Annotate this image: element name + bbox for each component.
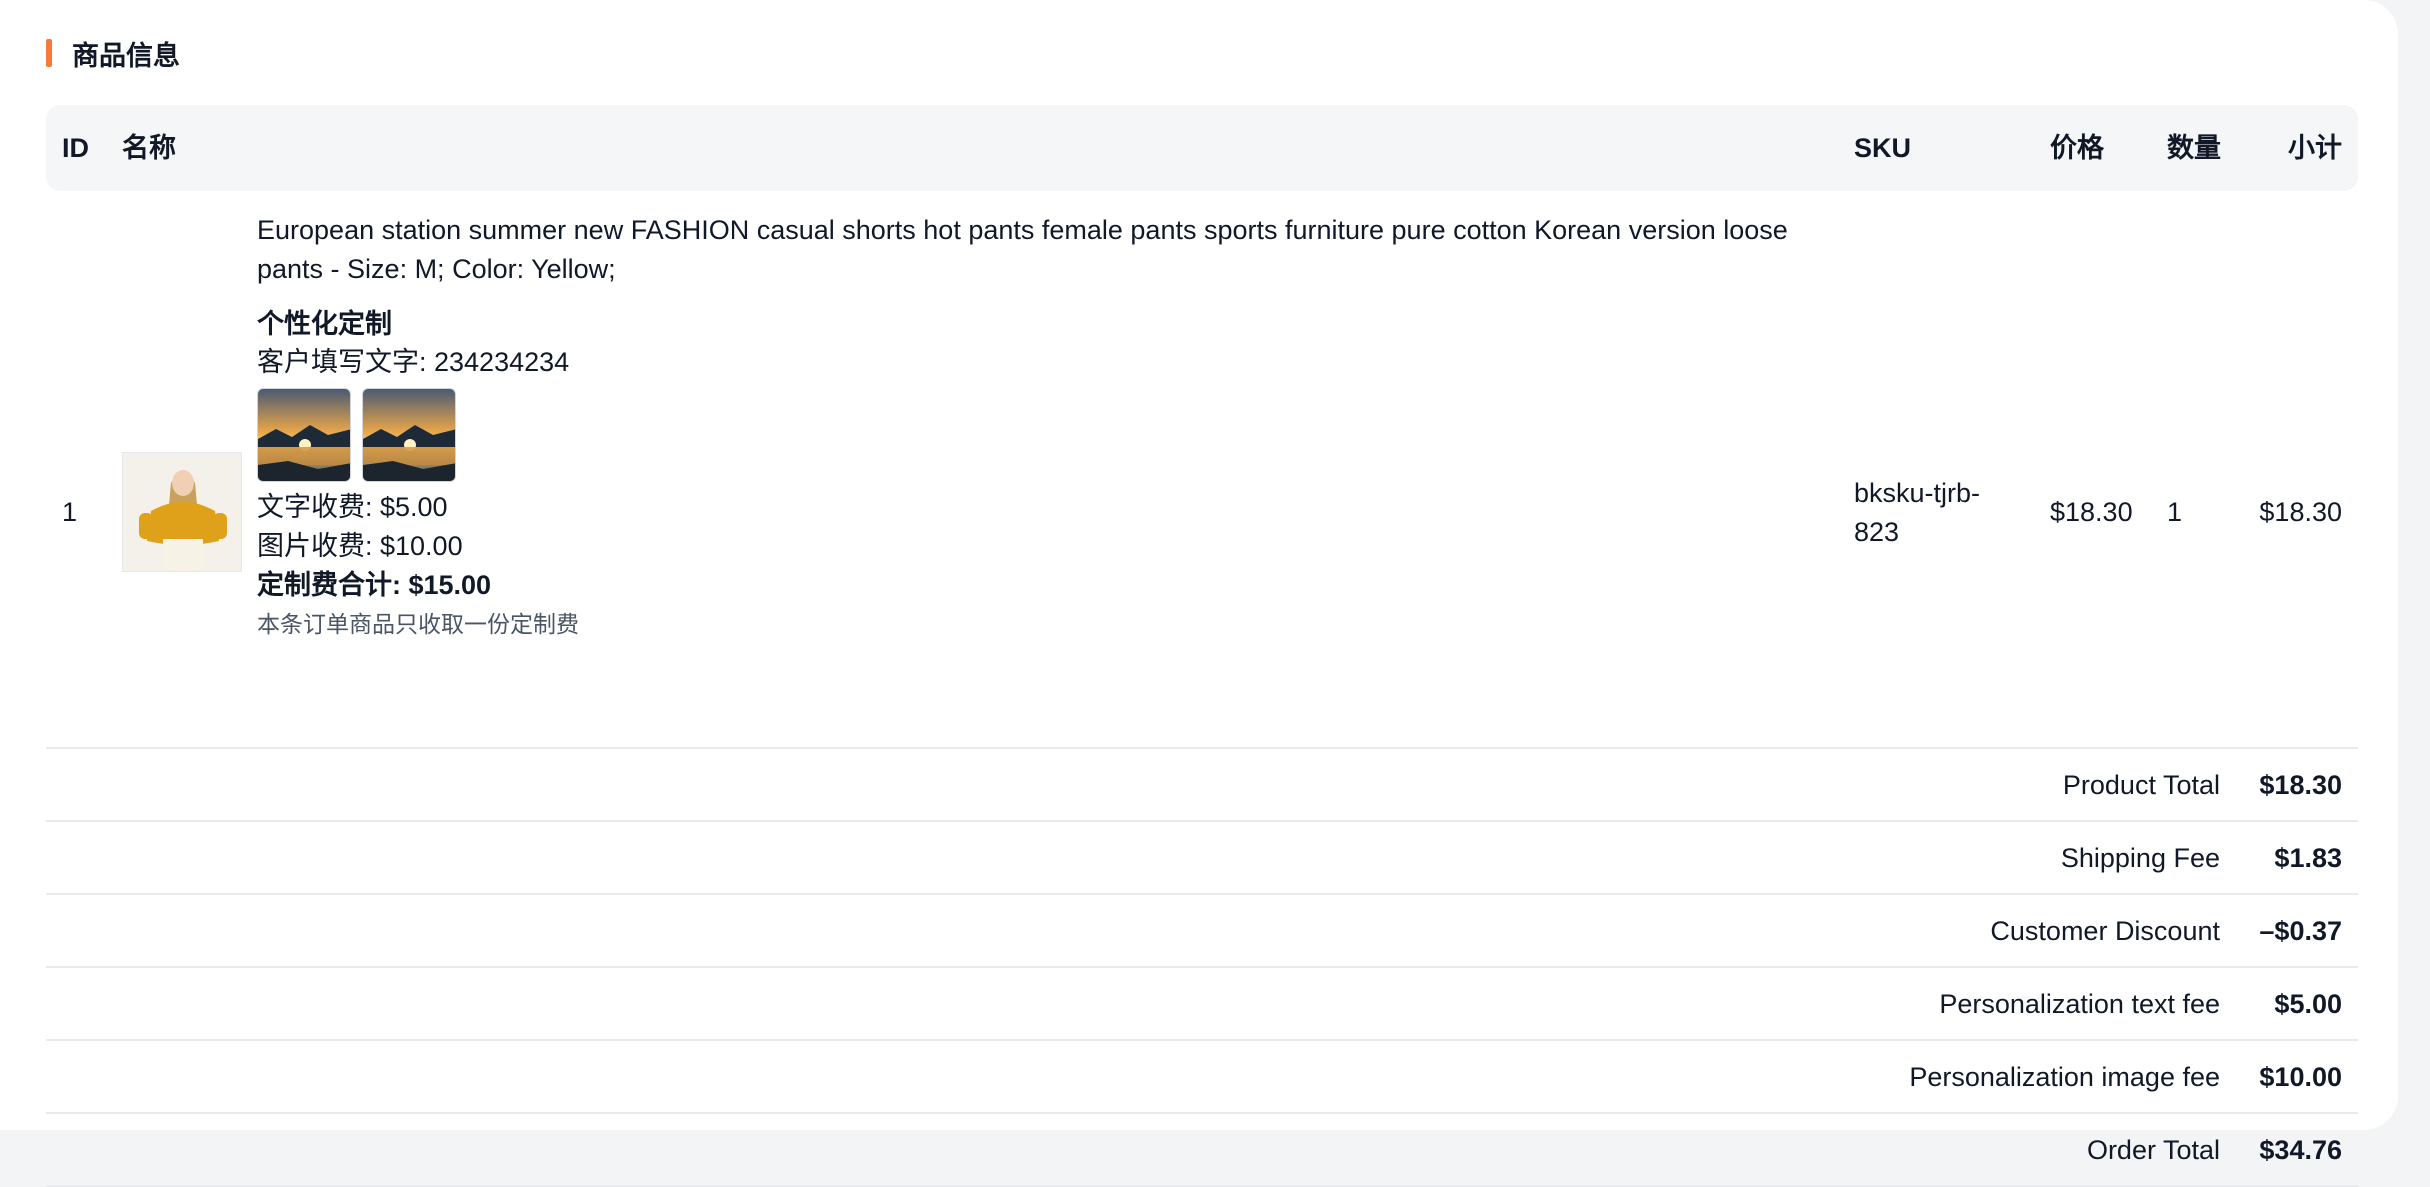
accent-bar: [46, 39, 52, 67]
header-qty: 数量: [2167, 133, 2221, 163]
custom-image-1[interactable]: [257, 388, 351, 482]
customization-title: 个性化定制: [257, 309, 392, 339]
table-row: 1 European station summer new FASHION ca…: [46, 191, 2358, 749]
product-name[interactable]: European station summer new FASHION casu…: [257, 211, 1857, 289]
header-id: ID: [62, 133, 89, 163]
summary-label: Customer Discount: [1990, 916, 2220, 946]
summary-order-total: Order Total $34.76: [46, 1114, 2358, 1187]
product-thumbnail[interactable]: [122, 452, 242, 572]
summary-value: –$0.37: [2259, 916, 2342, 946]
summary-value: $1.83: [2274, 843, 2342, 873]
summary-label: Personalization text fee: [1939, 989, 2220, 1019]
summary-label: Order Total: [2086, 1135, 2220, 1165]
custom-images: [257, 388, 1857, 482]
summary-label: Personalization image fee: [1909, 1062, 2220, 1092]
item-details: European station summer new FASHION casu…: [257, 211, 1857, 644]
item-price: $18.30: [2050, 497, 2133, 527]
summary-value: $34.76: [2259, 1135, 2342, 1165]
section-header: 商品信息: [46, 36, 180, 71]
customization-note: 本条订单商品只收取一份定制费: [257, 611, 579, 637]
section-title: 商品信息: [72, 40, 180, 71]
image-fee: 图片收费: $10.00: [257, 531, 463, 561]
summary-text-fee: Personalization text fee $5.00: [46, 968, 2358, 1041]
summary-label: Product Total: [2062, 770, 2220, 800]
header-price: 价格: [2050, 133, 2104, 163]
summary-value: $18.30: [2259, 770, 2342, 800]
item-subtotal: $18.30: [2259, 497, 2342, 527]
product-table: ID 名称 SKU 价格 数量 小计 1 European station su…: [46, 105, 2358, 1187]
header-subtotal: 小计: [2288, 133, 2342, 163]
custom-image-2[interactable]: [362, 388, 456, 482]
summary-product-total: Product Total $18.30: [46, 749, 2358, 822]
customer-text: 客户填写文字: 234234234: [257, 347, 570, 377]
item-id: 1: [62, 497, 78, 527]
summary-label: Shipping Fee: [2060, 843, 2220, 873]
header-sku: SKU: [1854, 133, 1912, 163]
header-name: 名称: [122, 133, 176, 163]
summary-image-fee: Personalization image fee $10.00: [46, 1041, 2358, 1114]
customization-fee-total: 定制费合计: $15.00: [257, 570, 492, 600]
summary-value: $5.00: [2274, 989, 2342, 1019]
item-qty: 1: [2167, 497, 2183, 527]
summary-shipping-fee: Shipping Fee $1.83: [46, 822, 2358, 895]
text-fee: 文字收费: $5.00: [257, 492, 448, 522]
summary-value: $10.00: [2259, 1062, 2342, 1092]
item-sku: bksku-tjrb-823: [1854, 478, 1981, 547]
table-header: ID 名称 SKU 价格 数量 小计: [46, 105, 2358, 191]
summary-customer-discount: Customer Discount –$0.37: [46, 895, 2358, 968]
product-info-card: 商品信息 ID 名称 SKU 价格 数量 小计 1 European stati…: [0, 0, 2398, 1187]
